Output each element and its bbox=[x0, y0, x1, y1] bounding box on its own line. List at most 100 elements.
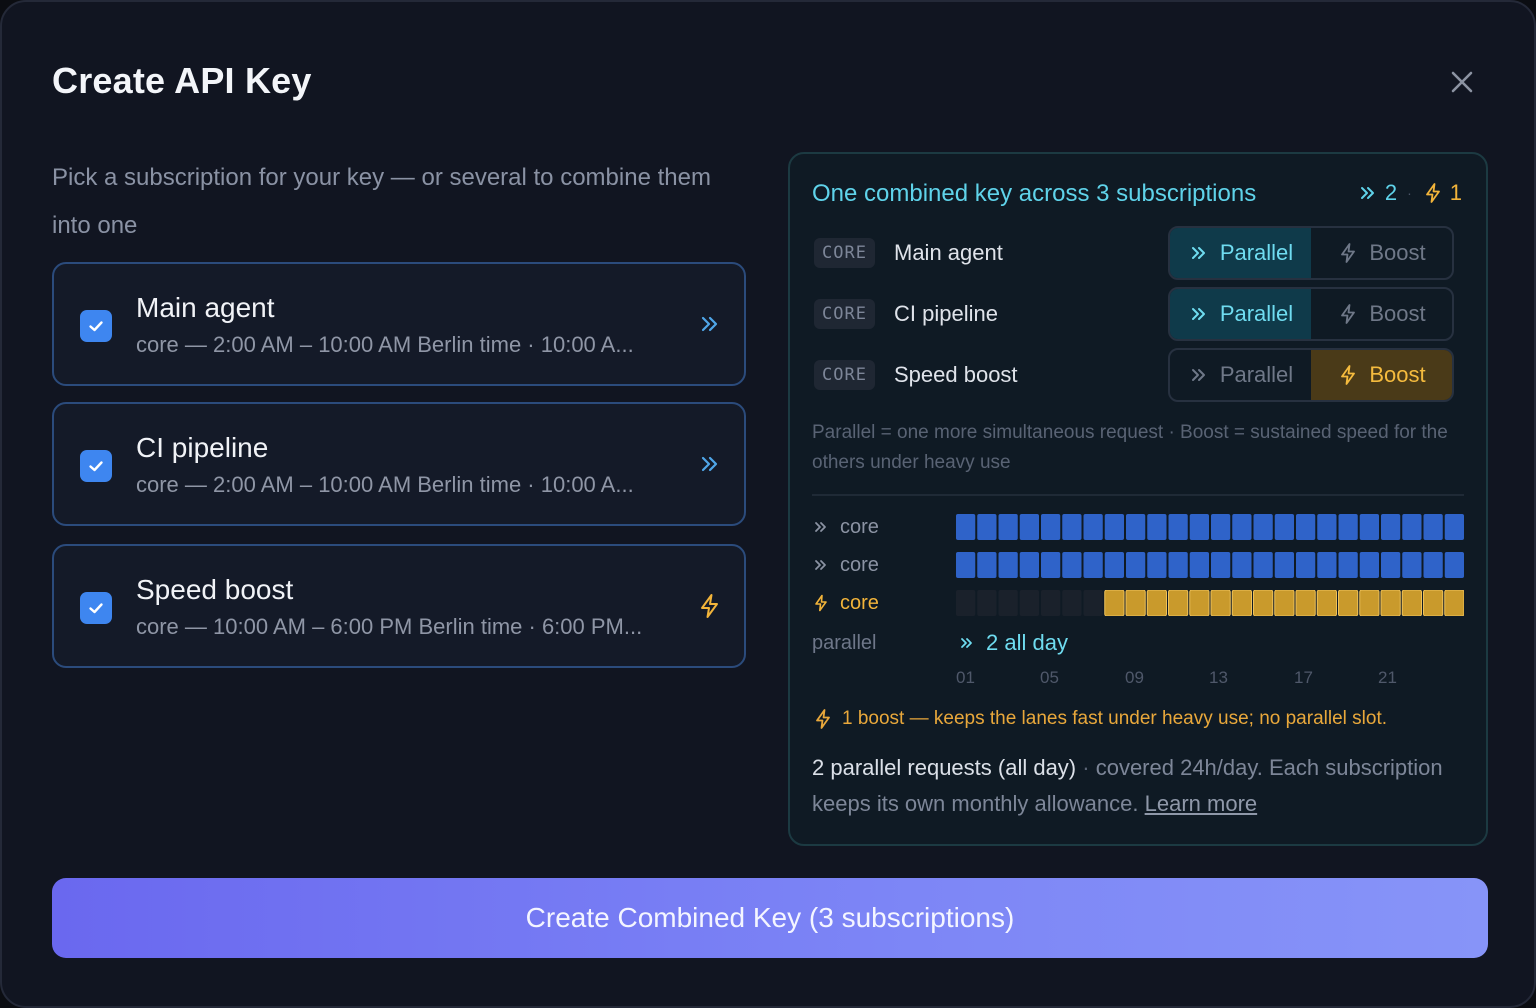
checkbox-checked[interactable] bbox=[80, 450, 112, 482]
parallel-option[interactable]: Parallel bbox=[1170, 228, 1311, 278]
hour-cell-active bbox=[1146, 590, 1167, 616]
parallel-chevrons-icon bbox=[696, 450, 724, 478]
hour-cell-active bbox=[1359, 590, 1380, 616]
parallel-chevrons-icon bbox=[1360, 187, 1374, 199]
hour-tick: 17 bbox=[1294, 668, 1313, 687]
subscription-name: CI pipeline bbox=[136, 432, 269, 463]
hour-cell-active bbox=[1274, 552, 1294, 578]
hour-tick: 13 bbox=[1209, 668, 1228, 687]
hour-cell-active bbox=[1041, 514, 1061, 540]
lightning-bolt-icon bbox=[1425, 183, 1440, 203]
hour-cell-active bbox=[1444, 552, 1464, 578]
parallel-chevrons-icon bbox=[1191, 247, 1205, 259]
hour-cell-active bbox=[1231, 590, 1252, 616]
panel-title: One combined key across 3 subscriptions bbox=[812, 180, 1257, 207]
hour-tick: 09 bbox=[1125, 668, 1144, 687]
row-name: Main agent bbox=[894, 240, 1003, 265]
parallel-chevrons-icon bbox=[815, 560, 826, 570]
hour-cell-active bbox=[1083, 552, 1103, 578]
learn-more-link[interactable]: Learn more bbox=[1145, 791, 1258, 816]
hour-cell-active bbox=[1189, 552, 1209, 578]
hour-cell-active bbox=[1253, 590, 1274, 616]
hour-axis: 01 05 09 13 17 21 bbox=[956, 668, 1464, 690]
lane-row: core bbox=[812, 590, 1464, 616]
plan-tag: CORE bbox=[814, 360, 875, 390]
lane-timeline-svg bbox=[956, 590, 1464, 616]
boost-note-text: 1 boost — keeps the lanes fast under hea… bbox=[842, 708, 1387, 729]
boost-label: Boost bbox=[1369, 301, 1426, 326]
checkbox-checked[interactable] bbox=[80, 310, 112, 342]
hour-cell-active bbox=[1423, 552, 1443, 578]
parallel-chevrons-icon bbox=[815, 522, 826, 532]
subscription-card-main-agent[interactable]: Main agent core — 2:00 AM – 10:00 AM Ber… bbox=[52, 262, 746, 386]
hour-cell-active bbox=[1126, 514, 1146, 540]
subscription-card-speed-boost[interactable]: Speed boost core — 10:00 AM – 6:00 PM Be… bbox=[52, 544, 746, 668]
mode-row-ci-pipeline: CORE CI pipeline Parallel Boost bbox=[812, 287, 1456, 341]
boost-option[interactable]: Boost bbox=[1311, 289, 1452, 339]
hour-cell-inactive bbox=[1019, 590, 1039, 616]
hour-cell-inactive bbox=[998, 590, 1018, 616]
hour-cell-active bbox=[977, 514, 997, 540]
lane-row: core bbox=[812, 552, 1464, 578]
hour-cell-active bbox=[1317, 552, 1337, 578]
boost-option[interactable]: Boost bbox=[1311, 350, 1452, 400]
parallel-option[interactable]: Parallel bbox=[1170, 289, 1311, 339]
checkbox-checked[interactable] bbox=[80, 592, 112, 624]
lane-row: core bbox=[812, 514, 1464, 540]
hour-cell-active bbox=[1232, 552, 1252, 578]
hour-cell-inactive bbox=[1062, 590, 1082, 616]
hour-cell-inactive bbox=[956, 590, 976, 616]
hour-cell-active bbox=[998, 552, 1018, 578]
plan-tag: CORE bbox=[814, 299, 875, 329]
hour-cell-active bbox=[1019, 514, 1039, 540]
parallel-option[interactable]: Parallel bbox=[1170, 350, 1311, 400]
hour-cell-active bbox=[1232, 514, 1252, 540]
hour-cell-active bbox=[1104, 552, 1124, 578]
close-icon[interactable] bbox=[1446, 66, 1478, 98]
parallel-chevrons-icon bbox=[961, 638, 972, 648]
hour-cell-active bbox=[1274, 514, 1294, 540]
hour-cell-active bbox=[1444, 590, 1464, 616]
lane-timeline-svg bbox=[956, 552, 1464, 578]
boost-note: 1 boost — keeps the lanes fast under hea… bbox=[812, 708, 1387, 730]
parallel-row-value: 2 all day bbox=[958, 630, 1068, 656]
mode-row-main-agent: CORE Main agent Parallel Boost bbox=[812, 226, 1456, 280]
hour-cell-active bbox=[1381, 552, 1401, 578]
mode-legend: Parallel = one more simultaneous request… bbox=[812, 422, 1448, 473]
lightning-bolt-icon bbox=[1341, 304, 1356, 324]
create-combined-key-button[interactable]: Create Combined Key (3 subscriptions) bbox=[52, 878, 1488, 958]
subscription-name: Main agent bbox=[136, 292, 275, 323]
subscription-desc: core — 2:00 AM – 10:00 AM Berlin time · … bbox=[136, 472, 634, 497]
parallel-label: Parallel bbox=[1219, 240, 1294, 265]
subscription-card-ci-pipeline[interactable]: CI pipeline core — 2:00 AM – 10:00 AM Be… bbox=[52, 402, 746, 526]
boost-option[interactable]: Boost bbox=[1311, 228, 1452, 278]
intro-text: Pick a subscription for your key — or se… bbox=[52, 164, 711, 239]
lightning-bolt-icon bbox=[815, 594, 827, 612]
hour-cell-active bbox=[1062, 552, 1082, 578]
hour-cell-active bbox=[1401, 590, 1422, 616]
hour-tick: 05 bbox=[1040, 668, 1059, 687]
summary-text: 2 parallel requests (all day) · covered … bbox=[812, 750, 1472, 822]
lightning-bolt-icon bbox=[696, 592, 724, 620]
hour-cell-active bbox=[1296, 514, 1316, 540]
summary-strong: 2 parallel requests (all day) bbox=[812, 755, 1077, 780]
hour-cell-active bbox=[1402, 514, 1422, 540]
hour-cell-active bbox=[956, 552, 976, 578]
hour-cell-active bbox=[1125, 590, 1146, 616]
hour-cell-active bbox=[1189, 590, 1210, 616]
parallel-chevrons-icon bbox=[1191, 369, 1205, 381]
lane-timeline bbox=[956, 514, 1464, 540]
parallel-label: Parallel bbox=[1219, 301, 1294, 326]
hour-cell-active bbox=[1211, 514, 1231, 540]
parallel-label: Parallel bbox=[1219, 362, 1294, 387]
mode-toggle: Parallel Boost bbox=[1168, 348, 1454, 402]
hour-cell-inactive bbox=[1083, 590, 1103, 616]
create-api-key-modal: Create API Key Pick a subscription for y… bbox=[0, 0, 1536, 1008]
hour-cell-active bbox=[1147, 552, 1167, 578]
hour-cell-active bbox=[1168, 590, 1189, 616]
hour-cell-active bbox=[1317, 514, 1337, 540]
hour-cell-active bbox=[1253, 514, 1273, 540]
summary-separator: · bbox=[1076, 755, 1096, 780]
lane-timeline bbox=[956, 552, 1464, 578]
boost-label: Boost bbox=[1369, 240, 1426, 265]
